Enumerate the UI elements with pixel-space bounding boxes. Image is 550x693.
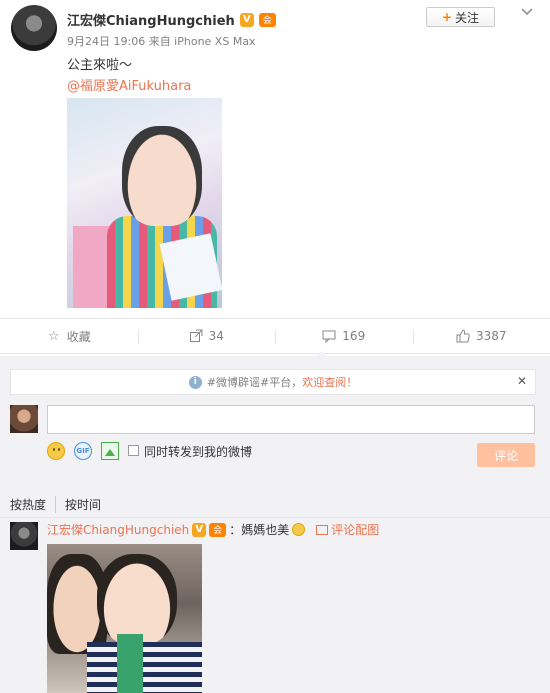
favorite-label: 收藏 xyxy=(66,329,91,344)
author-avatar[interactable] xyxy=(11,5,57,51)
post-photo[interactable] xyxy=(67,98,222,308)
favorite-button[interactable]: ☆ 收藏 xyxy=(0,319,138,353)
share-icon xyxy=(189,329,203,343)
like-icon xyxy=(456,329,470,343)
member-badge[interactable]: 会 xyxy=(258,12,276,27)
comment-icon xyxy=(322,329,336,343)
smile-emoji-icon xyxy=(292,523,306,536)
share-checkbox[interactable] xyxy=(128,445,139,456)
notice-bar: i #微博辟谣#平台， 欢迎查阅！ xyxy=(10,369,536,395)
commenter-avatar[interactable] xyxy=(10,522,38,550)
repost-button[interactable]: 34 xyxy=(137,319,276,353)
emoji-icon[interactable] xyxy=(47,442,65,460)
info-icon: i xyxy=(188,375,202,389)
comment-button[interactable]: 169 xyxy=(275,319,413,353)
image-icon[interactable] xyxy=(101,442,119,460)
post-author: 江宏傑ChiangHungchieh V 会 xyxy=(67,10,276,29)
active-tab-indicator xyxy=(315,351,327,357)
picture-icon xyxy=(316,524,329,535)
author-name[interactable]: 江宏傑ChiangHungchieh xyxy=(67,10,235,29)
sort-bar: 按热度 按时间 xyxy=(10,496,110,513)
star-icon: ☆ xyxy=(47,328,60,344)
comment-picture-link[interactable]: 评论配图 xyxy=(331,521,379,538)
sort-by-heat-tab[interactable]: 按热度 xyxy=(10,496,55,513)
divider xyxy=(0,517,550,518)
comment-count: 169 xyxy=(342,329,366,343)
comment-item: 江宏傑ChiangHungchieh V 会 ：媽媽也美 评论配图 xyxy=(47,521,379,538)
comment-author[interactable]: 江宏傑ChiangHungchieh xyxy=(47,521,189,538)
comment-text: ：媽媽也美 xyxy=(229,523,290,537)
plus-icon: + xyxy=(441,10,453,24)
comment-input[interactable] xyxy=(47,405,535,434)
share-label[interactable]: 同时转发到我的微博 xyxy=(144,443,252,460)
like-button[interactable]: 3387 xyxy=(412,319,550,353)
notice-text: #微博辟谣#平台， xyxy=(206,376,303,389)
follow-label: 关注 xyxy=(455,10,480,25)
mention-link[interactable]: @福原愛AiFukuhara xyxy=(67,75,191,94)
gif-icon[interactable]: GIF xyxy=(74,442,92,460)
repost-count: 34 xyxy=(208,329,224,343)
follow-button[interactable]: + 关注 xyxy=(426,7,495,27)
verified-badge[interactable]: V xyxy=(192,522,207,537)
close-icon[interactable]: ✕ xyxy=(516,374,528,388)
like-count: 3387 xyxy=(475,329,507,343)
post-text: 公主來啦～ xyxy=(67,58,133,73)
verified-badge[interactable]: V xyxy=(239,12,254,27)
sort-by-time-tab[interactable]: 按时间 xyxy=(55,496,110,513)
current-user-avatar xyxy=(10,405,38,433)
post-meta: 9月24日 19:06 来自 iPhone XS Max xyxy=(67,35,256,48)
comment-photo[interactable] xyxy=(47,544,202,693)
action-bar: ☆ 收藏 34 169 3387 xyxy=(0,319,550,354)
notice-link[interactable]: 欢迎查阅！ xyxy=(302,374,357,390)
member-badge[interactable]: 会 xyxy=(209,522,227,537)
submit-comment-button[interactable]: 评论 xyxy=(477,443,535,467)
chevron-down-icon[interactable] xyxy=(520,6,534,18)
